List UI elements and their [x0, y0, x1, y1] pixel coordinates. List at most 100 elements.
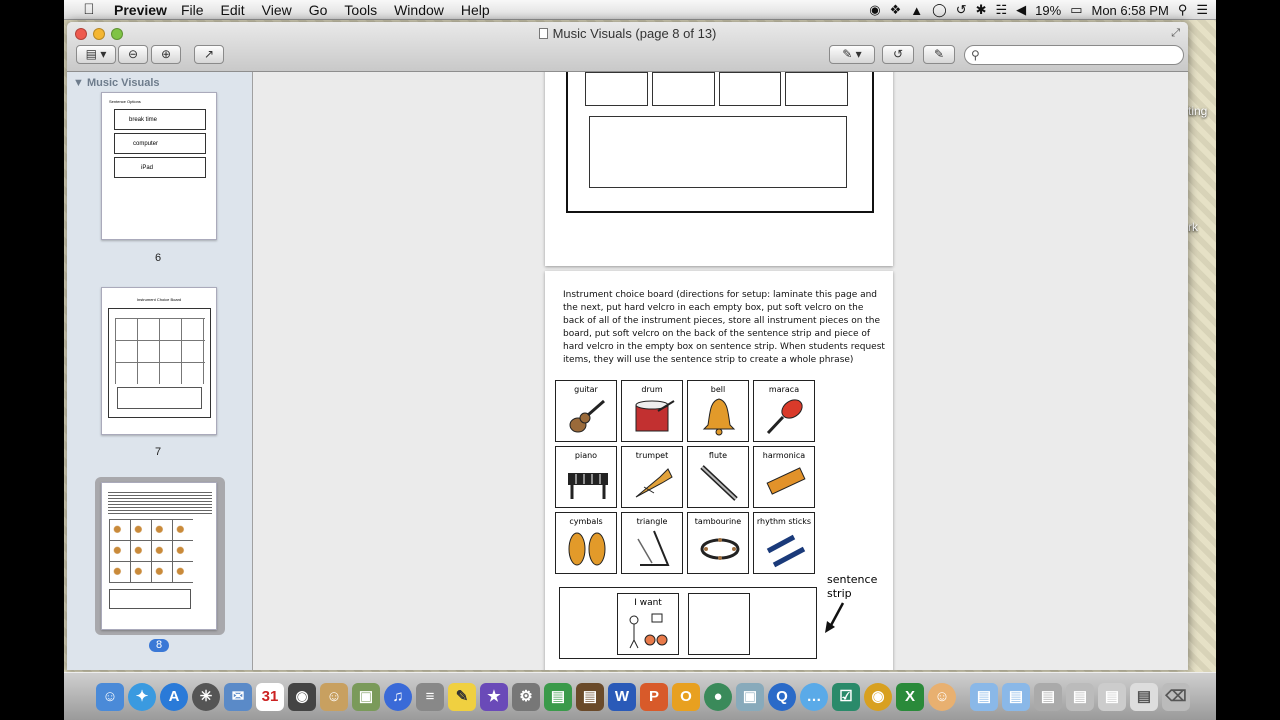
notification-center-icon[interactable]: ☰ — [1196, 2, 1208, 18]
dock: ☺ ✦ A ✳ ✉ 31 ◉ ☺ ▣ ♫ ≡ ✎ ★ ⚙ ▤ ▤ W P O ●… — [64, 672, 1216, 720]
rhythm-sticks-icon — [766, 534, 806, 568]
instrument-card-tambourine[interactable]: tambourine — [687, 512, 749, 574]
thumbnail-page-7[interactable]: Instrument Choice Board — [101, 287, 217, 435]
menu-tools[interactable]: Tools — [344, 2, 377, 18]
document-view[interactable]: Instrument choice board (directions for … — [254, 72, 1188, 670]
battery-icon[interactable]: ▭ — [1070, 2, 1082, 18]
trash-icon[interactable]: ⌫ — [1162, 683, 1190, 711]
clock[interactable]: Mon 6:58 PM — [1091, 3, 1168, 18]
record-icon[interactable]: ◉ — [869, 2, 880, 18]
chrome-icon[interactable]: ◉ — [864, 683, 892, 711]
bluetooth-icon[interactable]: ✱ — [976, 2, 987, 18]
instrument-card-flute[interactable]: flute — [687, 446, 749, 508]
drive-icon[interactable]: ▲ — [910, 3, 923, 18]
menu-app-name[interactable]: Preview — [114, 2, 167, 18]
wifi-icon[interactable]: ☵ — [996, 2, 1008, 18]
empty-strip-box[interactable] — [688, 593, 750, 655]
sync-icon[interactable]: ◯ — [932, 2, 947, 18]
calendar-icon[interactable]: 31 — [256, 683, 284, 711]
finder-icon[interactable]: ☺ — [96, 683, 124, 711]
instrument-card-drum[interactable]: drum — [621, 380, 683, 442]
thumbnail-page-6[interactable]: Sentence Options break time computer iPa… — [101, 92, 217, 240]
word-icon[interactable]: W — [608, 683, 636, 711]
instrument-label: cymbals — [569, 517, 603, 526]
instrument-card-cymbals[interactable]: cymbals — [555, 512, 617, 574]
instrument-card-triangle[interactable]: triangle — [621, 512, 683, 574]
launchpad-icon[interactable]: ✳ — [192, 683, 220, 711]
stack-icon[interactable]: ▤ — [1034, 683, 1062, 711]
disclosure-triangle-icon[interactable]: ▼ — [73, 77, 84, 89]
markup-button[interactable]: ✎ ▾ — [829, 45, 875, 64]
photos-icon[interactable]: ▣ — [352, 683, 380, 711]
menu-view[interactable]: View — [262, 2, 292, 18]
instrument-card-guitar[interactable]: guitar — [555, 380, 617, 442]
instrument-card-piano[interactable]: piano — [555, 446, 617, 508]
applications-folder-icon[interactable]: ▤ — [970, 683, 998, 711]
rotate-button[interactable]: ↺ — [882, 45, 914, 64]
edit-toolbar-button[interactable]: ✎ — [923, 45, 955, 64]
app-store-icon[interactable]: A — [160, 683, 188, 711]
instrument-card-maraca[interactable]: maraca — [753, 380, 815, 442]
share-button[interactable]: ↗ — [194, 45, 224, 64]
system-preferences-icon[interactable]: ⚙ — [512, 683, 540, 711]
sentence-box — [589, 116, 847, 188]
volume-icon[interactable]: ◀ — [1016, 2, 1026, 18]
window-title-text: Music Visuals (page 8 of 13) — [552, 26, 717, 41]
page-number-6: 6 — [154, 252, 162, 264]
keynote-icon[interactable]: ▤ — [576, 683, 604, 711]
instrument-card-rhythm-sticks[interactable]: rhythm sticks — [753, 512, 815, 574]
imovie-icon[interactable]: ★ — [480, 683, 508, 711]
zoom-in-button[interactable]: ⊕ — [151, 45, 181, 64]
thumb7-heading: Instrument Choice Board — [136, 297, 182, 302]
menu-help[interactable]: Help — [461, 2, 490, 18]
apple-icon[interactable]:  — [78, 1, 100, 18]
empty-box — [652, 72, 715, 106]
instrument-label: bell — [710, 385, 726, 394]
instrument-card-bell[interactable]: bell — [687, 380, 749, 442]
spotlight-icon[interactable]: ⚲ — [1178, 2, 1188, 18]
desktop-label-2[interactable]: rk — [1188, 220, 1198, 234]
dropbox-icon[interactable]: ❖ — [890, 2, 902, 18]
instrument-card-trumpet[interactable]: trumpet — [621, 446, 683, 508]
messages-icon[interactable]: … — [800, 683, 828, 711]
window-title: Music Visuals (page 8 of 13) — [67, 26, 1188, 41]
stack-icon[interactable]: ▤ — [1066, 683, 1094, 711]
desktop-label-1[interactable]: ting — [1188, 104, 1207, 118]
globe-icon[interactable]: ● — [704, 683, 732, 711]
battery-percent[interactable]: 19% — [1035, 3, 1061, 18]
contacts-icon[interactable]: ☺ — [320, 683, 348, 711]
powerpoint-icon[interactable]: P — [640, 683, 668, 711]
character-icon[interactable]: ☺ — [928, 683, 956, 711]
stickies-icon[interactable]: ✎ — [448, 683, 476, 711]
i-want-card[interactable]: I want — [617, 593, 679, 655]
menu-window[interactable]: Window — [394, 2, 444, 18]
time-machine-icon[interactable]: ↺ — [956, 2, 967, 18]
downloads-icon[interactable]: ▤ — [1130, 683, 1158, 711]
instrument-card-harmonica[interactable]: harmonica — [753, 446, 815, 508]
excel-icon[interactable]: X — [896, 683, 924, 711]
outlook-icon[interactable]: O — [672, 683, 700, 711]
preview-window: Music Visuals (page 8 of 13) ⤢ ▤ ▾ ⊖ ⊕ ↗… — [67, 22, 1188, 670]
sidebar-title: Music Visuals — [86, 77, 160, 89]
itunes-icon[interactable]: ♫ — [384, 683, 412, 711]
safari-icon[interactable]: ✦ — [128, 683, 156, 711]
calculator-icon[interactable]: ≡ — [416, 683, 444, 711]
menu-go[interactable]: Go — [309, 2, 328, 18]
sidebar-header[interactable]: ▼ Music Visuals — [67, 72, 252, 92]
documents-folder-icon[interactable]: ▤ — [1002, 683, 1030, 711]
quicktime-icon[interactable]: Q — [768, 683, 796, 711]
thumbnail-page-8[interactable] — [101, 482, 217, 630]
stack-icon[interactable]: ▤ — [1098, 683, 1126, 711]
menu-edit[interactable]: Edit — [221, 2, 245, 18]
mail-icon[interactable]: ✉ — [224, 683, 252, 711]
flute-icon — [700, 465, 738, 501]
numbers-icon[interactable]: ▤ — [544, 683, 572, 711]
facetime-icon[interactable]: ◉ — [288, 683, 316, 711]
zoom-out-button[interactable]: ⊖ — [118, 45, 148, 64]
sidebar-toggle-button[interactable]: ▤ ▾ — [76, 45, 116, 64]
fullscreen-icon[interactable]: ⤢ — [1171, 27, 1180, 40]
menu-file[interactable]: File — [181, 2, 204, 18]
preview-app-icon[interactable]: ▣ — [736, 683, 764, 711]
search-field[interactable]: ⚲ — [964, 45, 1184, 65]
photo-booth-icon[interactable]: ☑ — [832, 683, 860, 711]
